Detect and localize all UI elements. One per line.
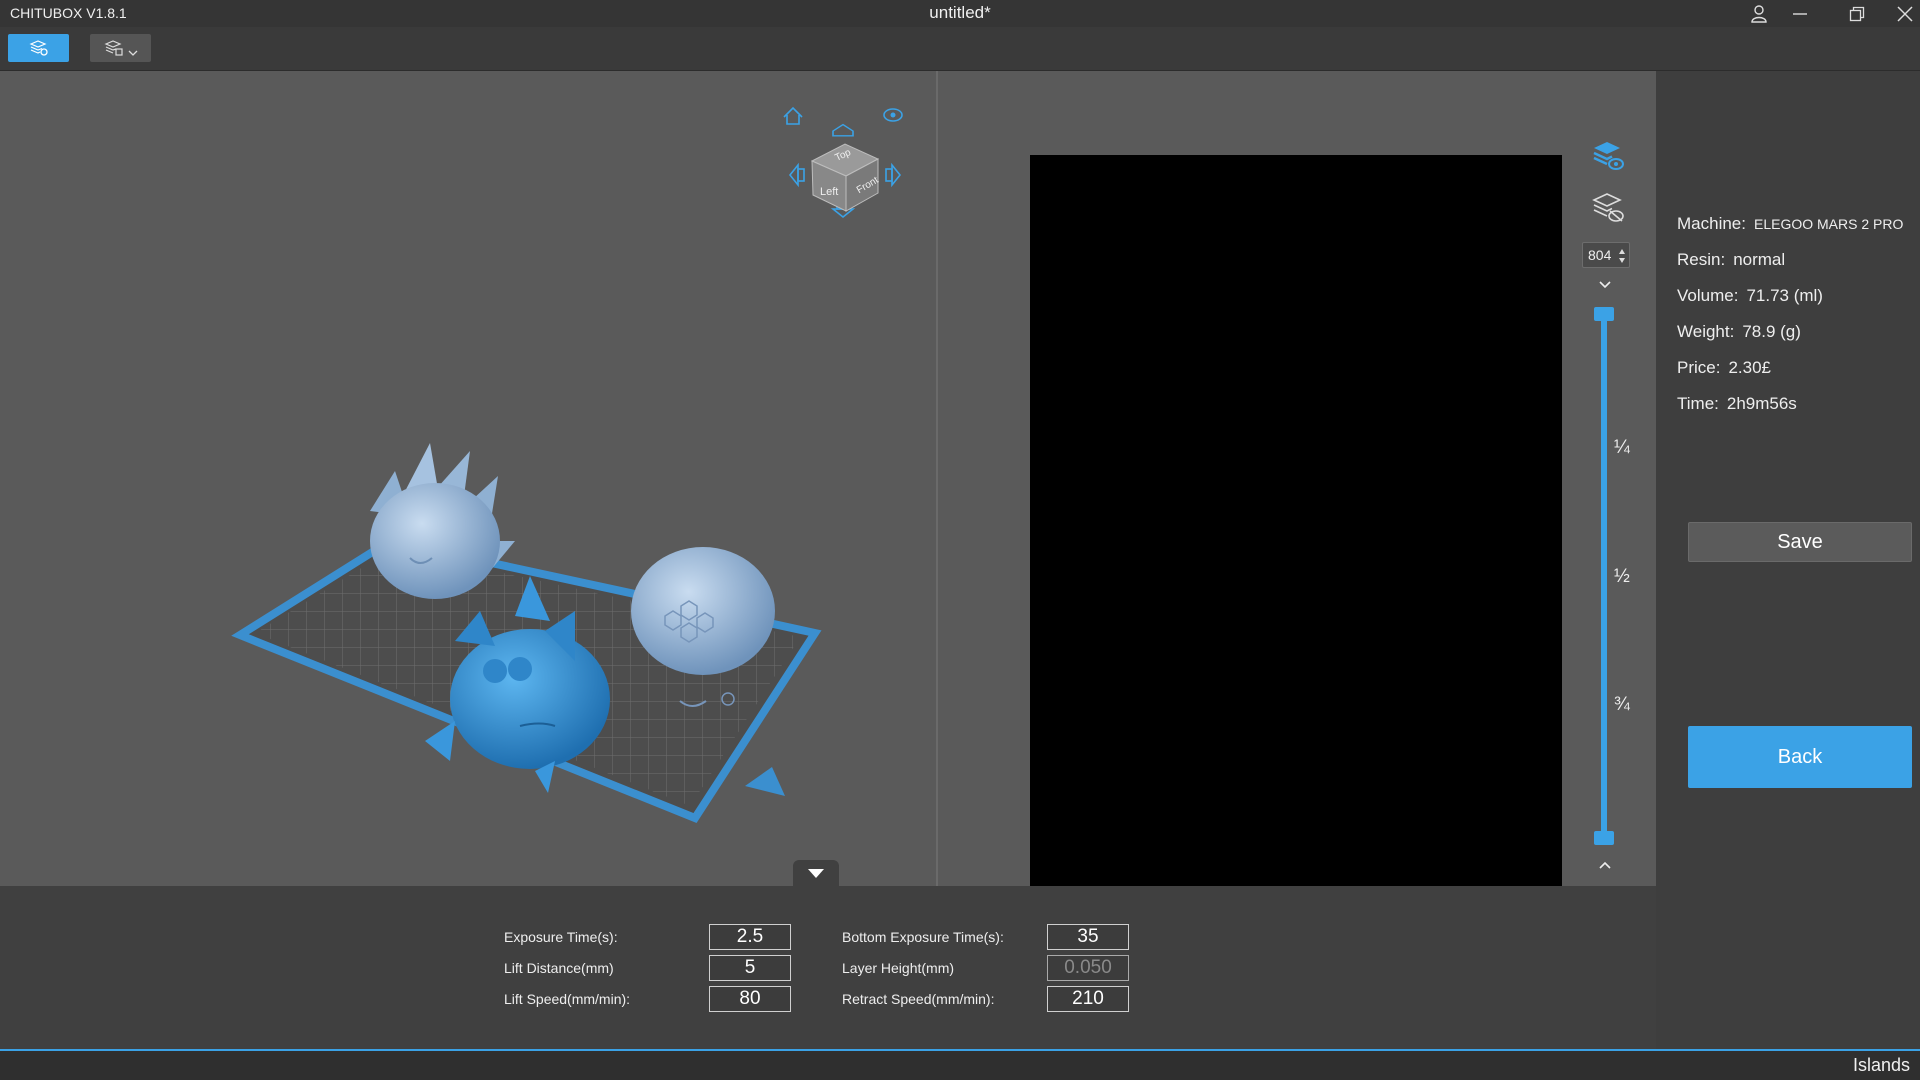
time-row: Time: 2h9m56s — [1677, 394, 1797, 414]
layer-number-input[interactable]: 804 — [1582, 242, 1630, 268]
view-top-arrow-icon[interactable] — [832, 123, 854, 137]
toolbar — [0, 27, 1920, 71]
layer-up-chevron-icon[interactable] — [1597, 858, 1613, 870]
view-cube-widget: Top Left Front — [780, 99, 910, 219]
resin-row: Resin: normal — [1677, 250, 1785, 270]
resin-value: normal — [1733, 250, 1786, 269]
price-value: 2.30£ — [1728, 358, 1772, 377]
lift-distance-label: Lift Distance(mm) — [504, 960, 614, 976]
status-bar: Islands — [0, 1051, 1920, 1080]
layers-gear-icon — [28, 40, 48, 56]
lift-distance-field[interactable]: 5 — [709, 955, 791, 981]
layer-slider-track[interactable] — [1601, 312, 1607, 840]
view-right-arrow-icon[interactable] — [885, 162, 902, 188]
exposure-time-field[interactable]: 2.5 — [709, 924, 791, 950]
exposure-time-label: Exposure Time(s): — [504, 929, 618, 945]
machine-value: ELEGOO MARS 2 PRO — [1753, 216, 1904, 232]
home-view-icon[interactable] — [783, 106, 803, 125]
title-bar: CHITUBOX V1.8.1 untitled* — [0, 0, 1920, 27]
layer-slider-bottom-handle[interactable] — [1594, 831, 1614, 845]
time-label: Time: — [1677, 394, 1719, 413]
status-text: Islands — [1852, 1055, 1910, 1075]
view-cube-left-face[interactable]: Left — [820, 186, 838, 198]
document-title: untitled* — [929, 3, 991, 22]
close-icon[interactable] — [1890, 0, 1920, 27]
eye-icon[interactable] — [883, 108, 903, 122]
back-button[interactable]: Back — [1688, 726, 1912, 788]
volume-value: 71.73 (ml) — [1746, 286, 1823, 305]
slice-view-button[interactable] — [8, 34, 69, 62]
slice-preview-canvas — [1030, 155, 1562, 886]
chevron-down-icon — [128, 50, 137, 56]
machine-label: Machine: — [1677, 214, 1746, 233]
machine-row: Machine: ELEGOO MARS 2 PRO — [1677, 214, 1903, 234]
slider-mark-three-quarters: ¾ — [1614, 694, 1630, 715]
lift-speed-field[interactable]: 80 — [709, 986, 791, 1012]
print-settings-panel: Exposure Time(s): 2.5 Lift Distance(mm) … — [0, 886, 1656, 1049]
lift-speed-label: Lift Speed(mm/min): — [504, 991, 631, 1007]
user-icon[interactable] — [1737, 0, 1781, 27]
retract-speed-label: Retract Speed(mm/min): — [842, 991, 995, 1007]
layer-down-chevron-icon[interactable] — [1597, 278, 1613, 290]
weight-value: 78.9 (g) — [1742, 322, 1801, 341]
save-button[interactable]: Save — [1688, 522, 1912, 562]
minimize-icon[interactable] — [1778, 0, 1822, 27]
layers-hide-icon[interactable] — [1590, 190, 1626, 226]
time-value: 2h9m56s — [1726, 394, 1797, 413]
layer-height-field: 0.050 — [1047, 955, 1129, 981]
spinner-arrows-icon[interactable] — [1618, 247, 1626, 265]
triangle-down-icon — [808, 869, 824, 878]
bottom-exposure-time-field[interactable]: 35 — [1047, 924, 1129, 950]
3d-viewport[interactable]: Top Left Front — [0, 71, 936, 886]
volume-label: Volume: — [1677, 286, 1739, 305]
layer-height-label: Layer Height(mm) — [842, 960, 955, 976]
layers-eye-icon[interactable] — [1590, 138, 1626, 174]
weight-row: Weight: 78.9 (g) — [1677, 322, 1801, 342]
resin-label: Resin: — [1677, 250, 1726, 269]
slider-mark-quarter: ¼ — [1614, 437, 1630, 458]
layers-settings-icon — [103, 40, 123, 56]
view-left-arrow-icon[interactable] — [788, 162, 805, 188]
collapse-settings-button[interactable] — [793, 860, 839, 886]
weight-label: Weight: — [1677, 322, 1735, 341]
restore-icon[interactable] — [1835, 0, 1879, 27]
slice-settings-dropdown[interactable] — [90, 34, 151, 62]
layer-slider-top-handle[interactable] — [1594, 307, 1614, 321]
retract-speed-field[interactable]: 210 — [1047, 986, 1129, 1012]
price-label: Price: — [1677, 358, 1721, 377]
slider-mark-half: ½ — [1614, 566, 1630, 587]
layer-number-value: 804 — [1588, 247, 1612, 263]
price-row: Price: 2.30£ — [1677, 358, 1771, 378]
volume-row: Volume: 71.73 (ml) — [1677, 286, 1823, 306]
bottom-exposure-time-label: Bottom Exposure Time(s): — [842, 929, 1004, 945]
